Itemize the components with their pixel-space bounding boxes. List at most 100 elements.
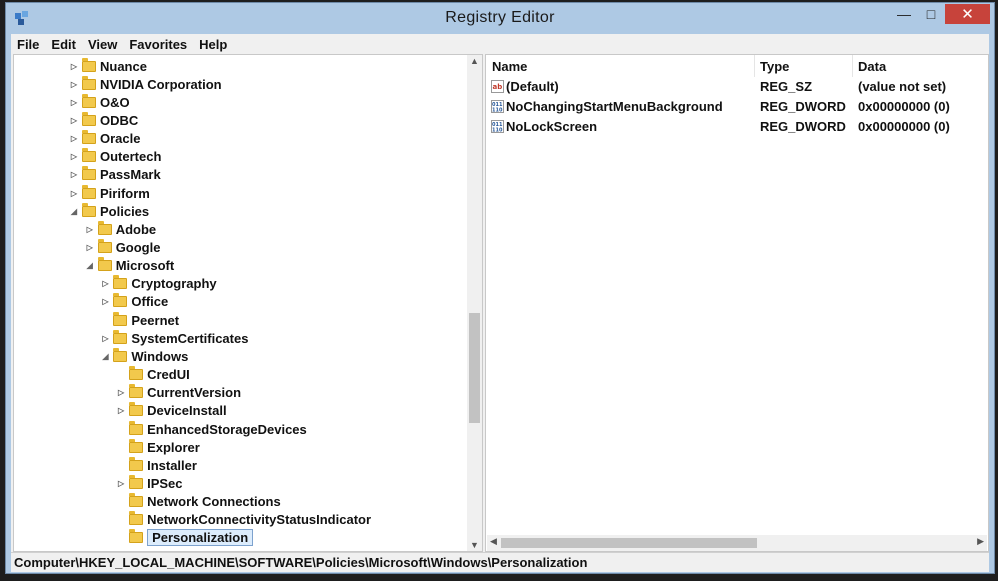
tree-node-label: CurrentVersion — [147, 385, 242, 401]
expand-arrow-icon[interactable]: ▷ — [68, 62, 80, 71]
tree-node[interactable]: EnhancedStorageDevices — [115, 420, 307, 438]
tree-node[interactable]: ▷ CurrentVersion — [115, 384, 241, 402]
tree-node-label: Oracle — [100, 131, 141, 147]
scroll-up-icon[interactable]: ▲ — [467, 56, 482, 66]
expand-arrow-icon[interactable]: ▷ — [68, 98, 80, 107]
tree-scroll-thumb[interactable] — [469, 313, 480, 423]
scroll-down-icon[interactable]: ▼ — [467, 540, 482, 550]
tree-node-label: Office — [131, 294, 169, 310]
menu-edit[interactable]: Edit — [45, 37, 82, 52]
tree-node[interactable]: Peernet — [99, 311, 179, 329]
expand-arrow-icon[interactable]: ▷ — [115, 479, 127, 488]
collapse-arrow-icon[interactable]: ◢ — [84, 261, 96, 270]
folder-icon — [113, 275, 128, 290]
folder-icon — [129, 438, 144, 453]
values-pane[interactable]: Name Type Data ab (Default) REG_SZ (value n… — [485, 54, 989, 552]
tree-node[interactable]: ▷ SystemCertificates — [99, 329, 248, 347]
tree-node-label: Nuance — [100, 58, 147, 74]
folder-icon — [82, 111, 96, 126]
folder-icon — [129, 474, 144, 489]
menu-view[interactable]: View — [82, 37, 123, 52]
column-data-header[interactable]: Data — [858, 59, 886, 74]
tree-node-label: ODBC — [100, 112, 139, 128]
tree-node-label: Google — [115, 240, 161, 255]
scroll-left-icon[interactable]: ◀ — [490, 536, 497, 547]
menu-file[interactable]: File — [11, 37, 45, 52]
expand-arrow-icon[interactable]: ▷ — [115, 388, 127, 397]
tree-node[interactable]: ▷ Outertech — [68, 148, 161, 166]
tree-node[interactable]: ▷ NVIDIA Corporation — [68, 75, 222, 93]
close-button[interactable]: ✕ — [945, 4, 990, 24]
tree-node[interactable]: ▷ DeviceInstall — [115, 402, 227, 420]
tree-node[interactable]: CredUI — [115, 366, 190, 384]
expand-arrow-icon[interactable]: ▷ — [68, 152, 80, 161]
expand-arrow-icon[interactable]: ▷ — [68, 116, 80, 125]
expand-arrow-icon[interactable]: ▷ — [99, 279, 111, 288]
tree-node[interactable]: ▷ Google — [84, 239, 161, 257]
tree-node[interactable]: ▷ Oracle — [68, 130, 140, 148]
collapse-arrow-icon[interactable]: ◢ — [68, 207, 80, 216]
tree-node-label: PassMark — [100, 167, 161, 183]
tree-node[interactable]: ▷ Adobe — [84, 220, 156, 238]
expand-arrow-icon[interactable]: ▷ — [68, 80, 80, 89]
folder-icon — [113, 293, 128, 308]
maximize-button[interactable]: □ — [918, 4, 944, 24]
expand-arrow-icon[interactable]: ▷ — [99, 334, 111, 343]
window-title: Registry Editor — [445, 9, 555, 26]
tree-node[interactable]: ▷ IPSec — [115, 474, 183, 492]
tree-node[interactable]: ◢ Policies — [68, 202, 149, 220]
column-name-header[interactable]: Name — [492, 59, 527, 74]
tree-node[interactable]: ◢ Windows — [99, 347, 188, 365]
collapse-arrow-icon[interactable]: ◢ — [99, 352, 111, 361]
value-row[interactable]: 011 110 NoLockScreen REG_DWORD 0x00000000 (0… — [486, 117, 988, 137]
tree-node[interactable]: Network Connections — [115, 493, 281, 511]
tree-node-label: DeviceInstall — [147, 403, 227, 419]
expand-arrow-icon[interactable]: ▷ — [99, 297, 111, 306]
folder-icon — [129, 493, 144, 508]
menu-favorites[interactable]: Favorites — [123, 37, 193, 52]
expand-arrow-icon[interactable]: ▷ — [84, 225, 96, 234]
value-type: REG_SZ — [760, 79, 813, 94]
column-header: Name Type Data — [486, 55, 988, 77]
value-row[interactable]: 011 110 NoChangingStartMenuBackground REG_D… — [486, 97, 988, 117]
tree-node[interactable]: ▷ O&O — [68, 93, 130, 111]
tree-node-label: CredUI — [147, 367, 190, 383]
key-tree-pane[interactable]: ▲ ▼ ▷ Nuance ▷ NVIDIA Corporation ▷ O&O ▷ ODBC ▷… — [13, 54, 483, 552]
scroll-right-icon[interactable]: ▶ — [977, 536, 984, 547]
tree-node[interactable]: ▷ ODBC — [68, 111, 138, 129]
column-type-header[interactable]: Type — [760, 59, 789, 74]
folder-icon — [129, 529, 144, 544]
expand-arrow-icon[interactable]: ▷ — [68, 189, 80, 198]
tree-node[interactable]: Installer — [115, 456, 197, 474]
folder-icon — [82, 57, 96, 72]
folder-icon — [129, 420, 144, 435]
tree-node-label: Peernet — [131, 312, 180, 328]
tree-node-label: Personalization — [147, 529, 254, 547]
folder-icon — [97, 239, 112, 253]
value-name: NoChangingStartMenuBackground — [506, 99, 723, 114]
menu-help[interactable]: Help — [193, 37, 233, 52]
title-bar[interactable]: Registry Editor — □ ✕ — [6, 3, 994, 33]
tree-node[interactable]: Personalization — [115, 529, 254, 547]
tree-node[interactable]: ▷ Nuance — [68, 57, 147, 75]
values-horizontal-scrollbar[interactable]: ◀ ▶ — [487, 535, 987, 551]
tree-node[interactable]: ▷ Piriform — [68, 184, 150, 202]
minimize-button[interactable]: — — [890, 4, 918, 24]
expand-arrow-icon[interactable]: ▷ — [68, 134, 80, 143]
expand-arrow-icon[interactable]: ▷ — [68, 170, 80, 179]
tree-node[interactable]: Explorer — [115, 438, 200, 456]
expand-arrow-icon[interactable]: ▷ — [115, 406, 127, 415]
values-scroll-thumb[interactable] — [501, 538, 757, 548]
value-row[interactable]: ab (Default) REG_SZ (value not set) — [486, 77, 988, 97]
tree-node[interactable]: ▷ Cryptography — [99, 275, 217, 293]
folder-icon — [82, 184, 96, 199]
tree-node[interactable]: ▷ Office — [99, 293, 168, 311]
tree-node-label: Explorer — [147, 439, 200, 455]
tree-node[interactable]: ▷ PassMark — [68, 166, 161, 184]
tree-node[interactable]: ◢ Microsoft — [84, 257, 174, 275]
tree-node[interactable]: NetworkConnectivityStatusIndicator — [115, 511, 371, 529]
expand-arrow-icon[interactable]: ▷ — [84, 243, 96, 252]
folder-icon — [82, 166, 96, 181]
tree-vertical-scrollbar[interactable]: ▲ ▼ — [467, 55, 482, 551]
menu-bar: File Edit View Favorites Help — [11, 34, 989, 54]
